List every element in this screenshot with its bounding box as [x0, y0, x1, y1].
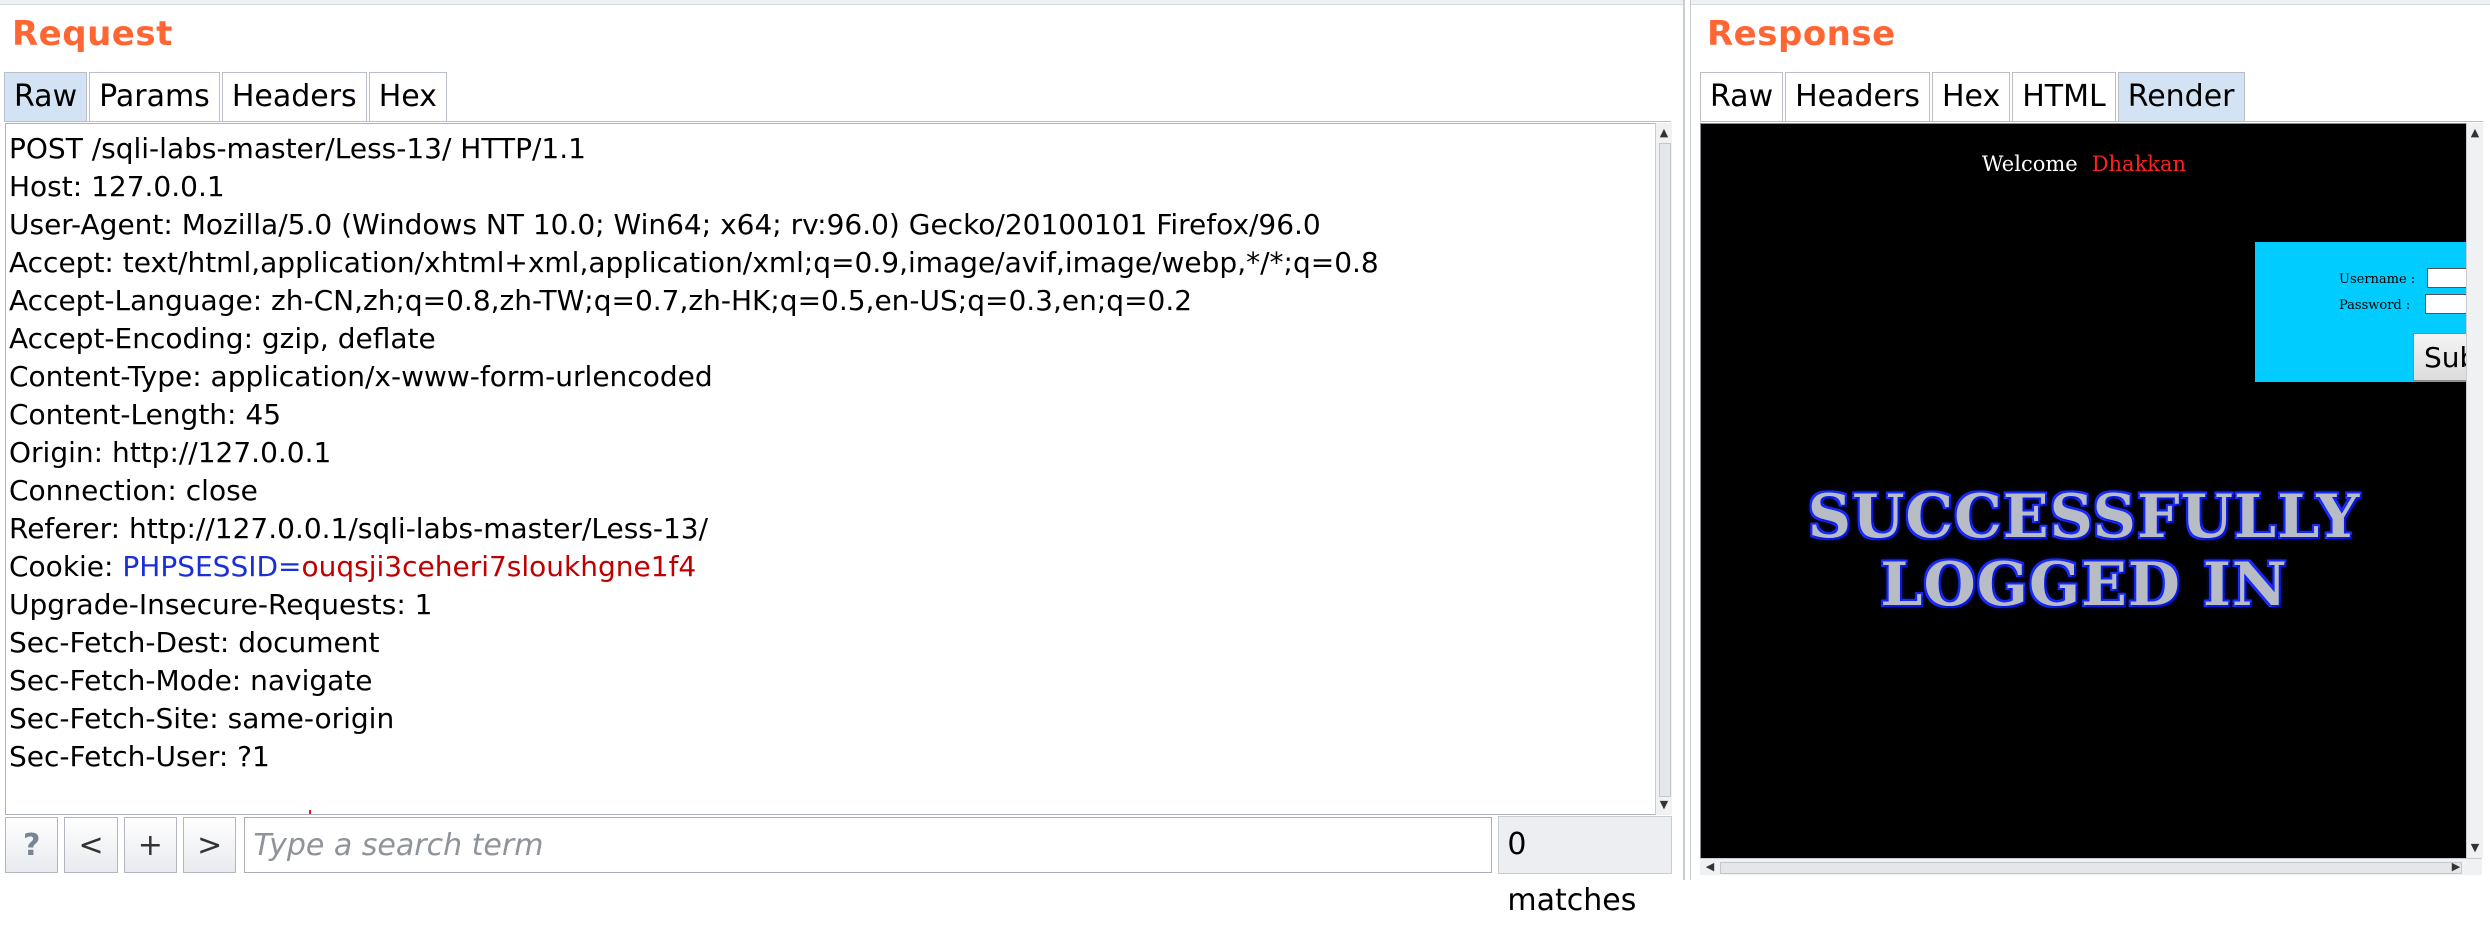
help-button[interactable]: ? [5, 817, 59, 873]
response-tabs: Raw Headers Hex HTML Render [1700, 72, 2247, 122]
request-line: Content-Type: application/x-www-form-url… [9, 360, 713, 393]
tabs-divider [4, 121, 1671, 122]
password-label: Password : [2339, 298, 2411, 313]
scrollbar-thumb[interactable] [1720, 862, 2462, 874]
password-field[interactable] [2425, 294, 2467, 314]
user-name: Dhakkan [2091, 152, 2187, 176]
cookie-equals: = [278, 550, 302, 583]
request-panel: Request Raw Params Headers Hex POST /sql… [0, 0, 1685, 918]
tabs-divider [1700, 121, 2483, 122]
success-banner-line-1: SUCCESSFULLY [1807, 482, 2361, 552]
scroll-up-arrow-icon[interactable]: ▲ [2467, 125, 2483, 141]
response-panel: Response Raw Headers Hex HTML Render Wel… [1690, 0, 2490, 880]
response-vertical-scrollbar[interactable]: ▲ ▼ [2466, 123, 2483, 858]
cookie-line: Cookie: PHPSESSID=ouqsji3ceheri7sloukhgn… [6, 548, 1656, 586]
response-tab-render[interactable]: Render [2117, 72, 2245, 121]
request-tab-headers[interactable]: Headers [221, 72, 367, 121]
request-editor[interactable]: POST /sqli-labs-master/Less-13/ HTTP/1.1… [5, 123, 1656, 815]
request-line: Connection: close [9, 474, 258, 507]
response-tab-hex[interactable]: Hex [1931, 72, 2011, 121]
request-line: Origin: http://127.0.0.1 [9, 436, 332, 469]
response-tab-raw[interactable]: Raw [1700, 72, 1784, 121]
success-banner-line-2: LOGGED IN [1880, 550, 2288, 620]
request-line: Content-Length: 45 [9, 398, 282, 431]
request-line: Sec-Fetch-Dest: document [9, 626, 380, 659]
welcome-text: Welcome Dhakkan [1701, 152, 2467, 176]
search-bar: ? < + > 0 matches [5, 815, 1672, 918]
request-vertical-scrollbar[interactable]: ▲ ▼ [1655, 123, 1672, 815]
login-form: Username : Password : Submit [2255, 242, 2467, 382]
scroll-right-arrow-icon[interactable]: ▶ [2448, 859, 2464, 875]
request-line: Sec-Fetch-Site: same-origin [9, 702, 395, 735]
response-tab-html[interactable]: HTML [2012, 72, 2116, 121]
rendered-page[interactable]: Welcome Dhakkan Username : Password : Sub… [1700, 123, 2468, 860]
request-line: User-Agent: Mozilla/5.0 (Windows NT 10.0… [9, 208, 1321, 241]
submit-button[interactable]: Submit [2413, 333, 2467, 381]
top-strip [1691, 0, 2490, 5]
scroll-down-arrow-icon[interactable]: ▼ [1656, 797, 1672, 813]
response-horizontal-scrollbar[interactable]: ◀ ▶ [1700, 858, 2482, 875]
top-strip [0, 0, 1683, 5]
scrollbar-thumb[interactable] [1659, 143, 1671, 797]
request-line: Upgrade-Insecure-Requests: 1 [9, 588, 433, 621]
next-match-button[interactable]: > [183, 817, 237, 873]
scroll-up-arrow-icon[interactable]: ▲ [1656, 125, 1672, 141]
request-tab-hex[interactable]: Hex [368, 72, 447, 121]
response-title: Response [1707, 14, 1896, 54]
request-line: Accept-Encoding: gzip, deflate [9, 322, 436, 355]
request-line: Host: 127.0.0.1 [9, 170, 225, 203]
request-line: Accept: text/html,application/xhtml+xml,… [9, 246, 1379, 279]
scroll-left-arrow-icon[interactable]: ◀ [1702, 859, 1718, 875]
request-tab-raw[interactable]: Raw [4, 72, 88, 121]
scroll-down-arrow-icon[interactable]: ▼ [2467, 840, 2483, 856]
username-label: Username : [2339, 272, 2416, 287]
add-search-button[interactable]: + [123, 817, 178, 873]
request-line: Referer: http://127.0.0.1/sqli-labs-mast… [9, 512, 709, 545]
request-line: POST /sqli-labs-master/Less-13/ HTTP/1.1 [9, 132, 586, 165]
request-tab-params[interactable]: Params [89, 72, 220, 121]
request-line: Accept-Language: zh-CN,zh;q=0.8,zh-TW;q=… [9, 284, 1193, 317]
cookie-name: PHPSESSID [122, 550, 279, 583]
request-title: Request [12, 14, 173, 54]
response-tab-headers[interactable]: Headers [1785, 72, 1930, 121]
username-field[interactable] [2427, 268, 2467, 288]
request-line: Sec-Fetch-User: ?1 [9, 740, 270, 773]
cookie-value: ouqsji3ceheri7sloukhgne1f4 [301, 550, 697, 583]
request-tabs: Raw Params Headers Hex [4, 72, 449, 122]
welcome-label: Welcome [1981, 152, 2078, 176]
search-input[interactable] [244, 817, 1493, 873]
cookie-prefix: Cookie: [9, 550, 123, 583]
request-line: Sec-Fetch-Mode: navigate [9, 664, 373, 697]
previous-match-button[interactable]: < [64, 817, 118, 873]
match-count: 0 matches [1498, 816, 1672, 918]
